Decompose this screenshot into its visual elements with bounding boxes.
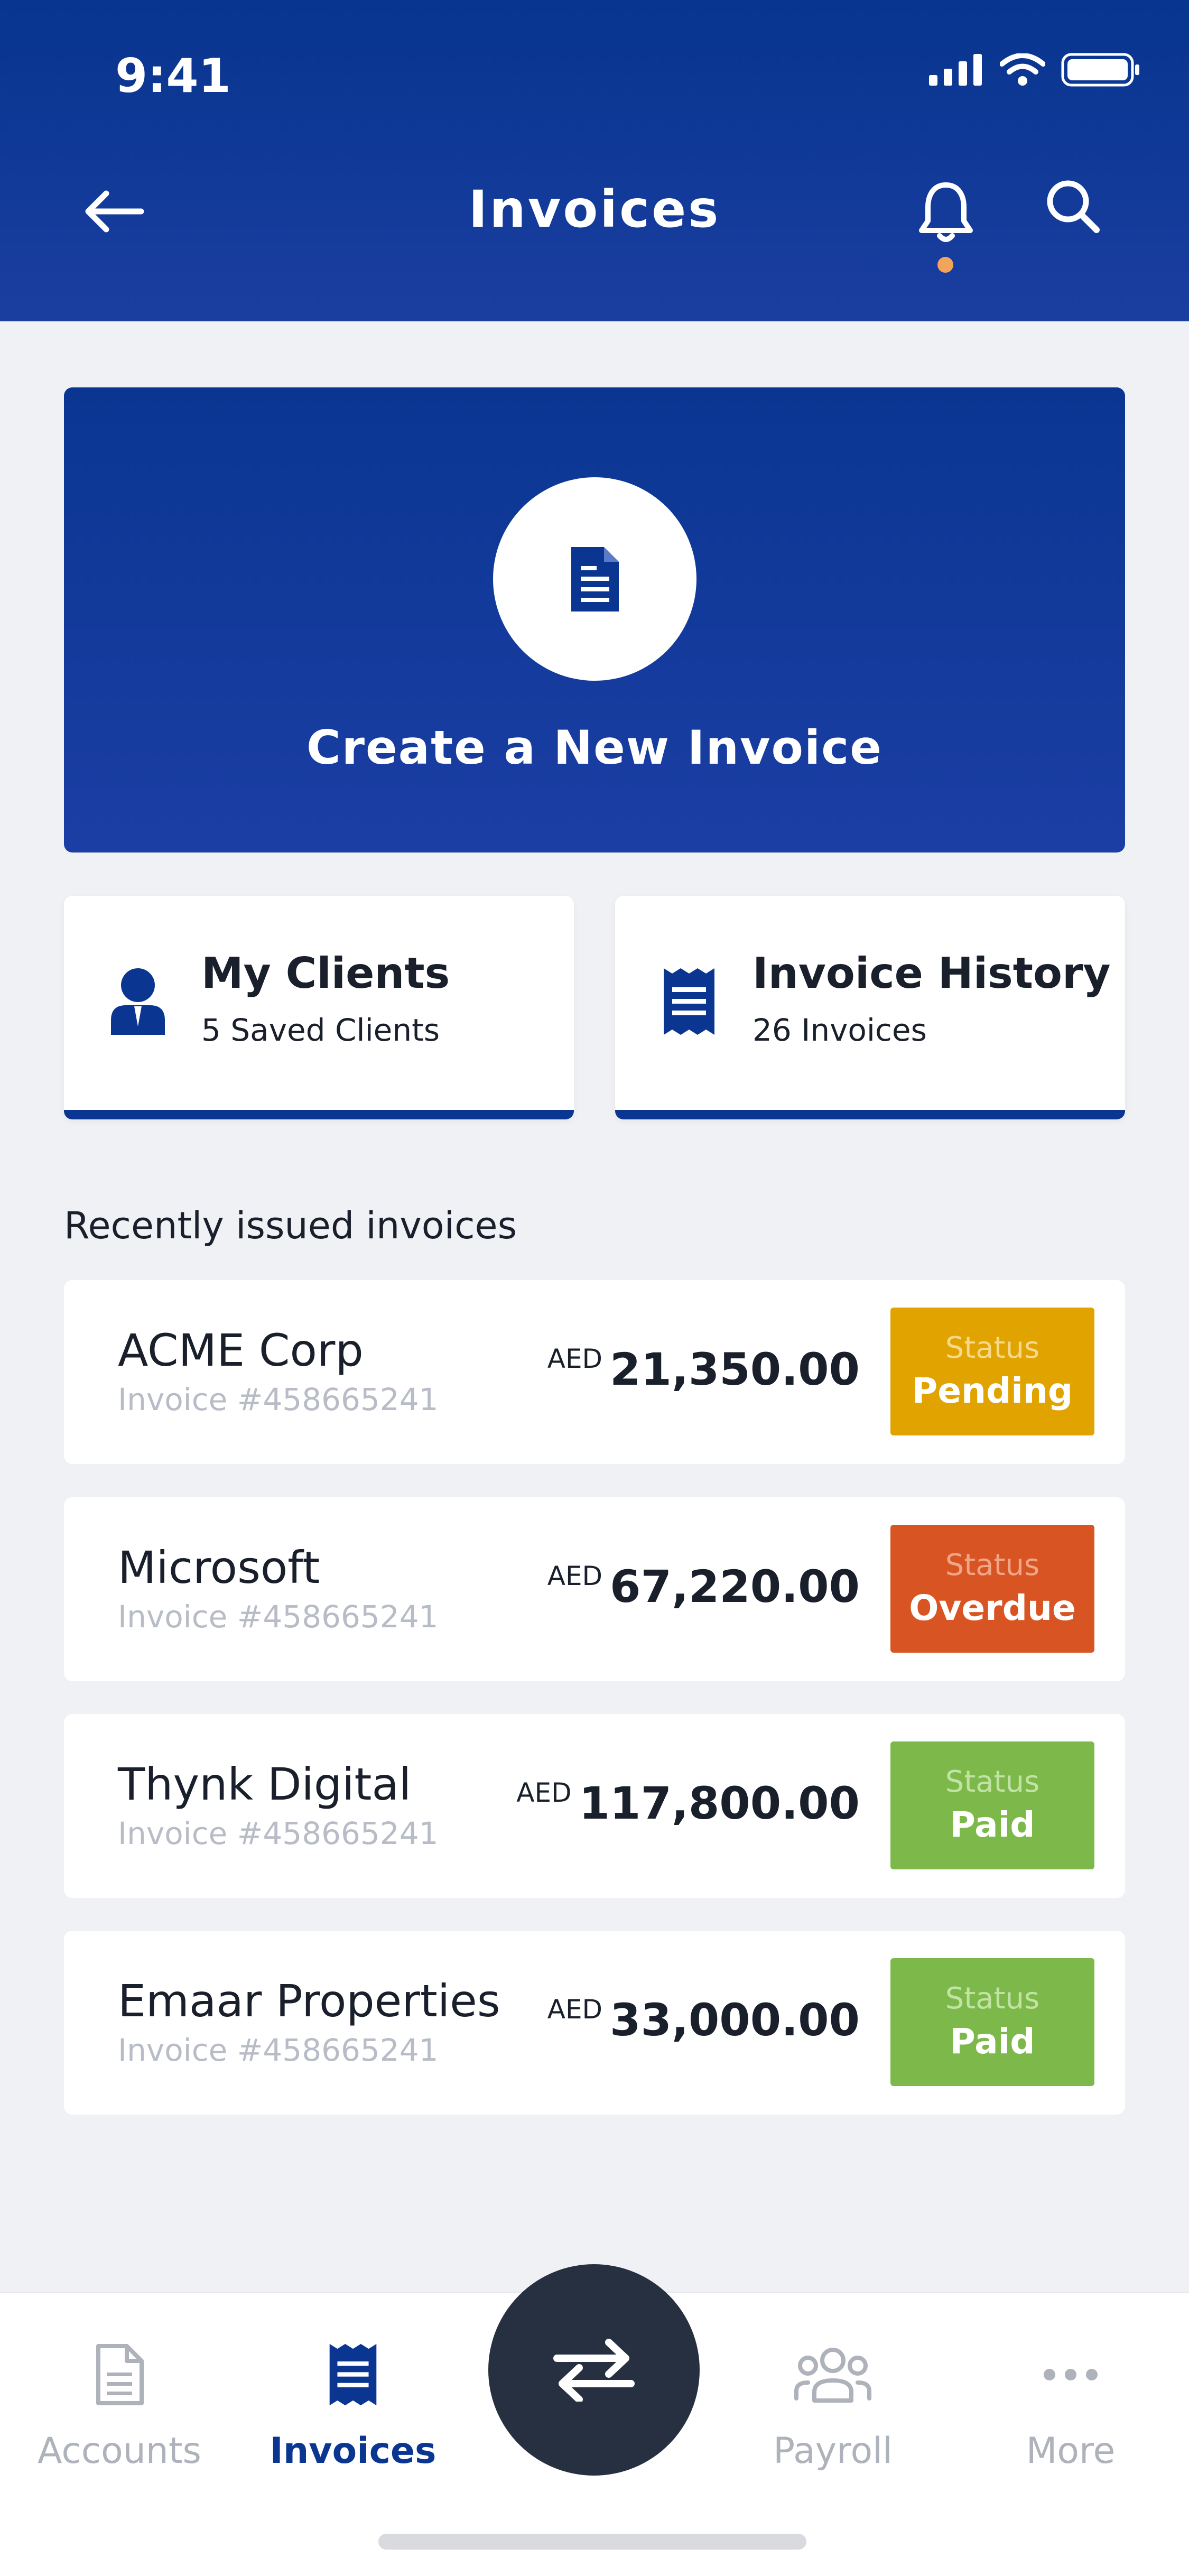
my-clients-subtitle: 5 Saved Clients (201, 1012, 440, 1048)
status-time: 9:41 (115, 49, 231, 103)
invoice-history-subtitle: 26 Invoices (753, 1012, 927, 1048)
client-name: Thynk Digital (118, 1758, 412, 1810)
invoice-amount: AED 21,350.00 (547, 1343, 860, 1395)
create-invoice-label: Create a New Invoice (306, 720, 883, 775)
my-clients-card[interactable]: My Clients 5 Saved Clients (64, 896, 574, 1119)
wifi-icon (1000, 53, 1045, 86)
tab-label: Accounts (38, 2430, 201, 2472)
tab-label: Invoices (270, 2430, 436, 2472)
create-invoice-icon-circle (493, 477, 696, 681)
status-label: Status (945, 1548, 1040, 1582)
status-badge: Status Overdue (890, 1525, 1094, 1653)
transfer-arrows-icon (553, 2339, 635, 2402)
amount-value: 21,350.00 (610, 1343, 860, 1395)
receipt-icon (247, 2335, 459, 2414)
bell-icon (919, 182, 973, 242)
status-label: Status (945, 1765, 1040, 1799)
tab-more[interactable]: More (965, 2335, 1176, 2472)
invoice-number: Invoice #458665241 (118, 2032, 439, 2068)
currency-label: AED (547, 1343, 603, 1374)
tab-payroll[interactable]: Payroll (727, 2335, 939, 2472)
invoice-amount: AED 117,800.00 (516, 1777, 860, 1829)
tab-accounts[interactable]: Accounts (14, 2335, 225, 2472)
invoice-history-card[interactable]: Invoice History 26 Invoices (615, 896, 1125, 1119)
invoice-history-title: Invoice History (753, 949, 1111, 998)
currency-label: AED (547, 1561, 603, 1591)
tab-label: More (1026, 2430, 1116, 2472)
currency-label: AED (547, 1994, 603, 2025)
tab-label: Payroll (773, 2430, 893, 2472)
amount-value: 117,800.00 (579, 1777, 860, 1829)
invoice-row[interactable]: Emaar Properties Invoice #458665241 AED … (64, 1931, 1125, 2115)
status-value: Paid (950, 2021, 1035, 2062)
app-header: 9:41 Invoices (0, 0, 1189, 321)
client-name: Emaar Properties (118, 1975, 500, 2027)
client-name: ACME Corp (118, 1324, 364, 1376)
status-icons (929, 53, 1140, 87)
create-invoice-card[interactable]: Create a New Invoice (64, 387, 1125, 853)
status-badge: Status Pending (890, 1308, 1094, 1435)
amount-value: 33,000.00 (610, 1994, 860, 2046)
currency-label: AED (516, 1777, 572, 1808)
my-clients-title: My Clients (201, 949, 450, 998)
invoice-amount: AED 67,220.00 (547, 1561, 860, 1613)
home-indicator (378, 2534, 806, 2550)
page-title: Invoices (468, 180, 721, 239)
invoice-row[interactable]: Thynk Digital Invoice #458665241 AED 117… (64, 1714, 1125, 1898)
battery-icon (1061, 53, 1139, 87)
amount-value: 67,220.00 (610, 1561, 860, 1613)
invoice-number: Invoice #458665241 (118, 1815, 439, 1851)
invoice-number: Invoice #458665241 (118, 1599, 439, 1635)
notifications-button[interactable] (909, 174, 983, 248)
client-person-icon (106, 965, 170, 1039)
document-icon (14, 2335, 225, 2414)
people-group-icon (727, 2335, 939, 2414)
invoice-number: Invoice #458665241 (118, 1382, 439, 1417)
invoice-row[interactable]: Microsoft Invoice #458665241 AED 67,220.… (64, 1497, 1125, 1681)
more-dots-icon (965, 2335, 1176, 2414)
invoice-row[interactable]: ACME Corp Invoice #458665241 AED 21,350.… (64, 1280, 1125, 1464)
tab-invoices[interactable]: Invoices (247, 2335, 459, 2472)
receipt-icon (657, 965, 721, 1039)
status-label: Status (945, 1331, 1040, 1365)
status-value: Pending (912, 1370, 1073, 1411)
section-label: Recently issued invoices (64, 1204, 517, 1247)
signal-icon (929, 54, 982, 86)
transfer-fab-button[interactable] (488, 2264, 700, 2476)
search-icon (1047, 180, 1100, 233)
status-value: Paid (950, 1804, 1035, 1845)
status-label: Status (945, 1981, 1040, 2016)
status-value: Overdue (909, 1588, 1076, 1628)
status-badge: Status Paid (890, 1741, 1094, 1869)
notification-dot (937, 257, 953, 273)
client-name: Microsoft (118, 1542, 320, 1593)
invoice-document-icon (571, 546, 619, 611)
invoice-amount: AED 33,000.00 (547, 1994, 860, 2046)
status-badge: Status Paid (890, 1958, 1094, 2086)
search-button[interactable] (1036, 169, 1110, 243)
